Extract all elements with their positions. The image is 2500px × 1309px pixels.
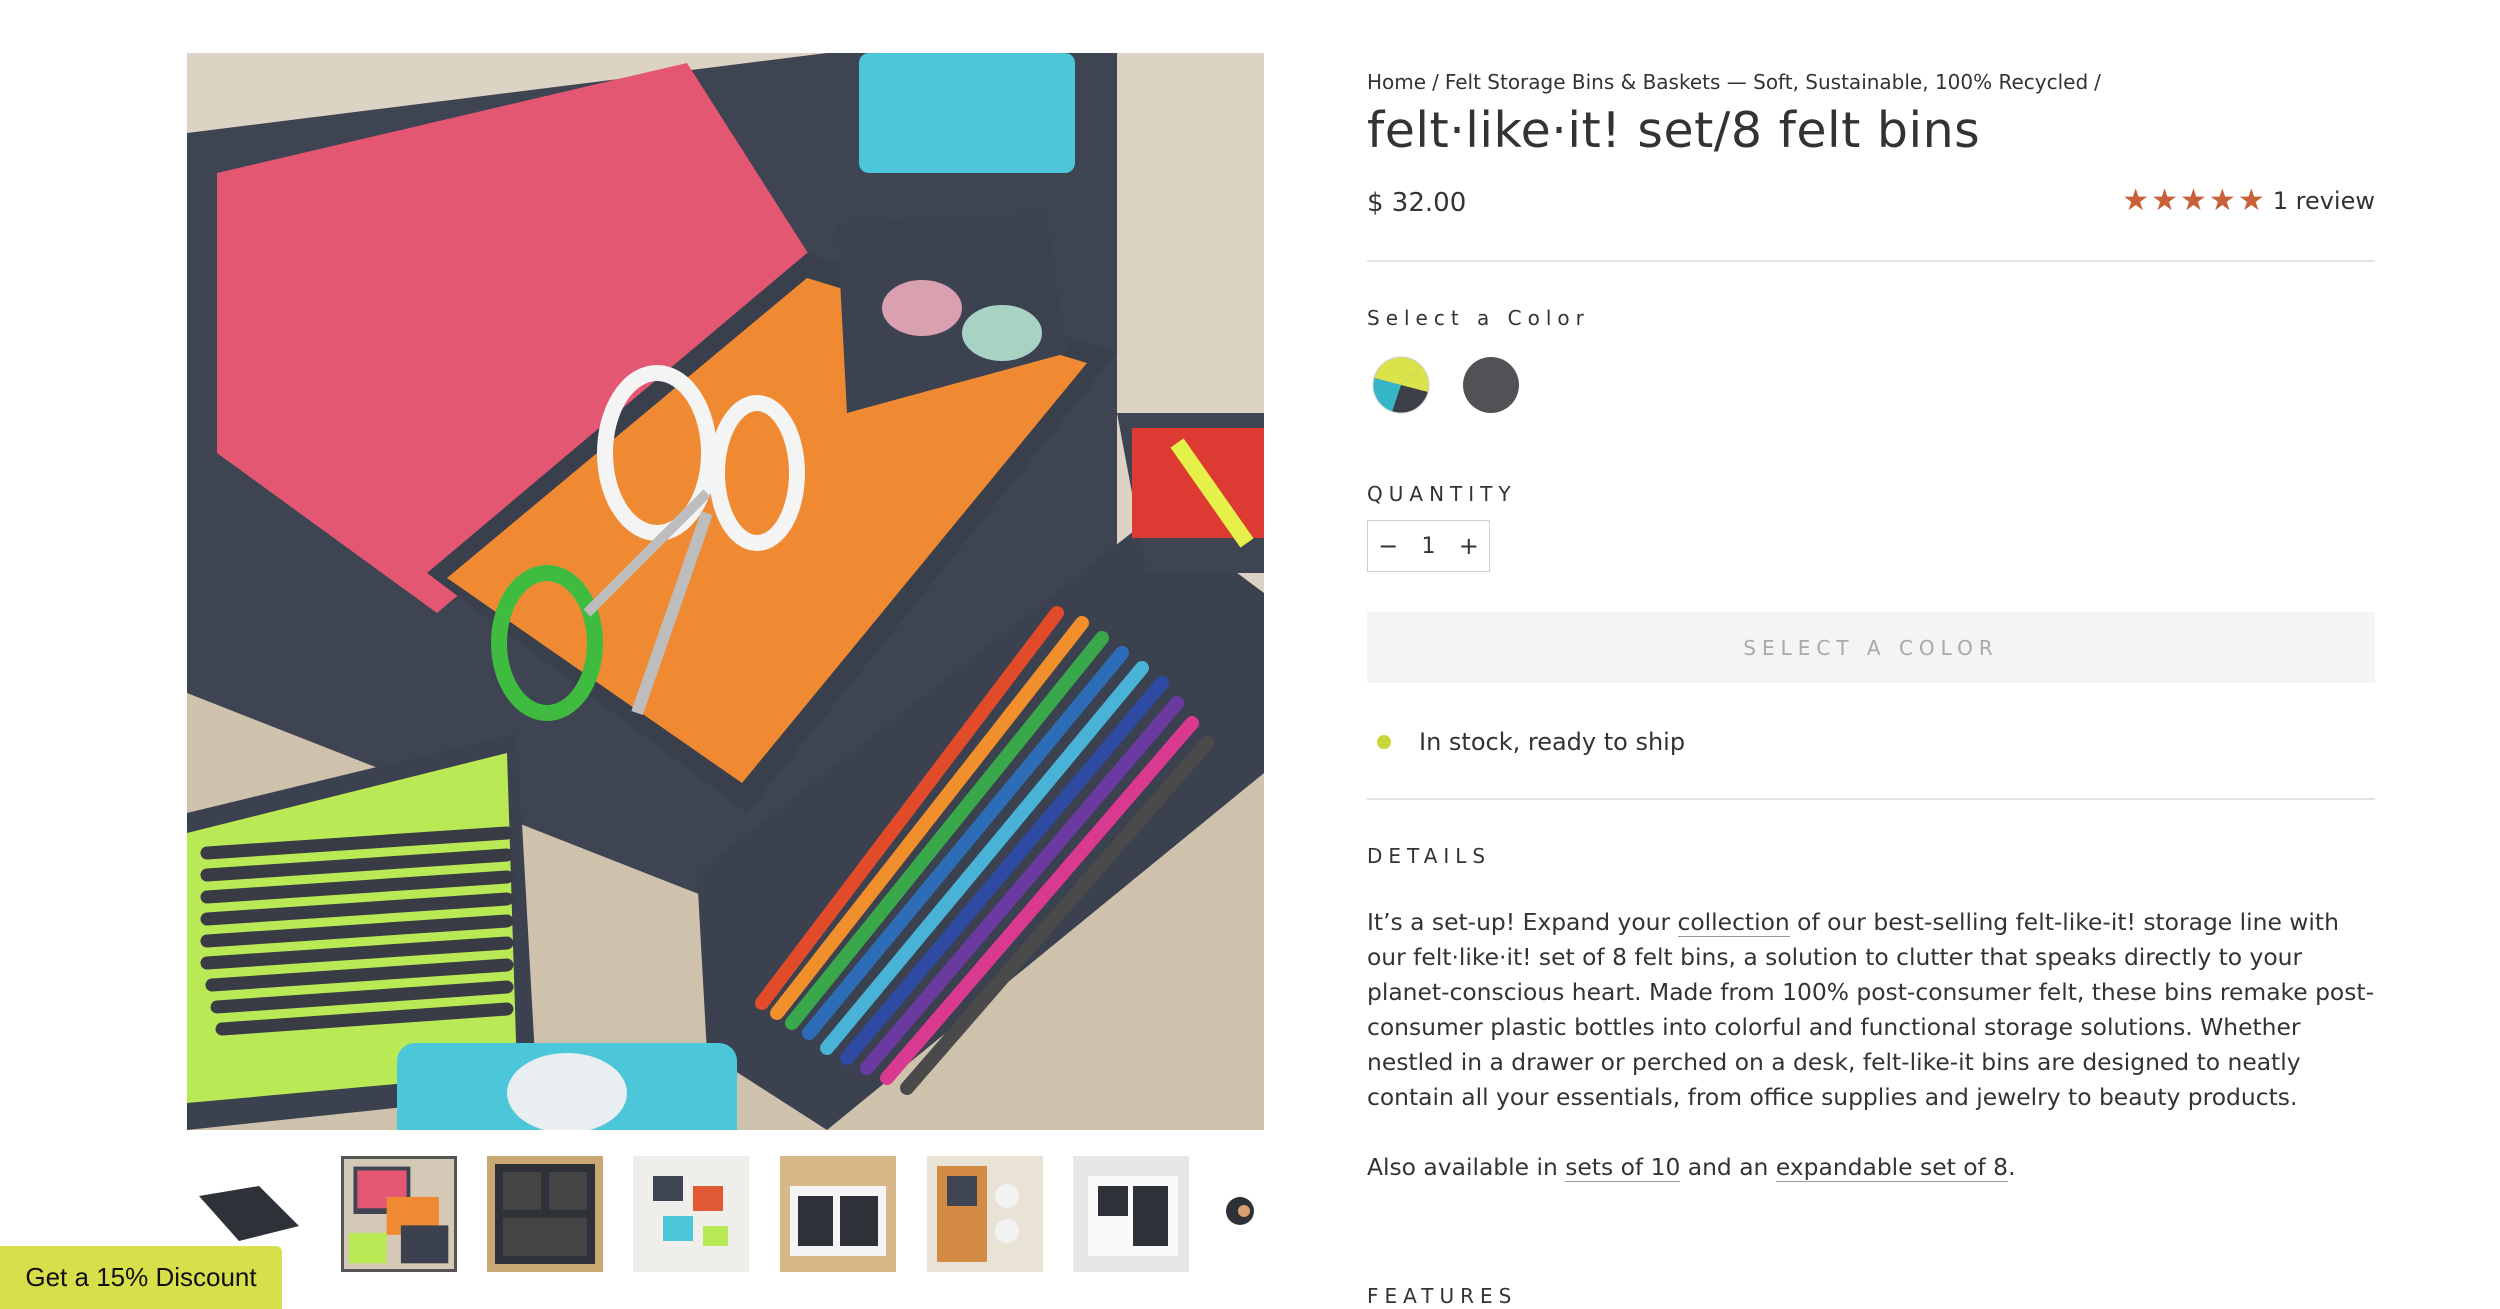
also-available-text: Also available in sets of 10 and an expa… [1367,1153,2016,1182]
review-count-link[interactable]: 1 review [2273,187,2375,215]
add-to-cart-button[interactable]: SELECT A COLOR [1367,612,2375,683]
quantity-input[interactable]: 1 [1408,534,1448,559]
expandable-set-link[interactable]: expandable set of 8 [1775,1153,2009,1182]
star-icon: ★ [2180,183,2207,218]
thumbnail-strip [187,1152,1264,1274]
color-label: Select a Color [1367,306,1590,330]
star-icon: ★ [2208,183,2236,218]
star-icon: ★ [2122,183,2150,218]
color-swatch-charcoal[interactable] [1462,356,1520,414]
details-description: It’s a set-up! Expand your collection of… [1367,908,2375,1111]
features-heading[interactable]: FEATURES [1367,1284,1517,1308]
breadcrumb-separator: / [1432,70,1439,94]
collection-link[interactable]: collection [1677,908,1790,937]
quantity-label: QUANTITY [1367,482,1517,506]
thumb-8[interactable] [1220,1156,1264,1272]
thumb-5[interactable] [780,1156,896,1272]
star-icon: ★ [2151,183,2178,218]
color-swatch-multicolor[interactable] [1372,356,1430,414]
breadcrumb-home-link[interactable]: Home [1367,70,1426,94]
sets-of-10-link[interactable]: sets of 10 [1565,1153,1681,1182]
thumb-6[interactable] [927,1156,1043,1272]
divider [1367,798,2375,800]
product-title: felt·like·it! set/8 felt bins [1367,102,1981,159]
divider [1367,260,2375,262]
breadcrumb-category-link[interactable]: Felt Storage Bins & Baskets — Soft, Sust… [1445,70,2088,94]
breadcrumb-separator: / [2094,70,2101,94]
thumb-2[interactable] [341,1156,457,1272]
discount-tab-button[interactable]: Get a 15% Discount [0,1246,282,1309]
quantity-increase-button[interactable]: + [1449,532,1489,560]
rating[interactable]: ★ ★ ★ ★ ★ 1 review [2122,186,2375,216]
product-main-image[interactable] [187,53,1264,1130]
details-heading[interactable]: DETAILS [1367,844,1491,868]
quantity-decrease-button[interactable]: − [1368,532,1408,560]
thumb-4[interactable] [633,1156,749,1272]
thumb-3[interactable] [487,1156,603,1272]
in-stock-dot-icon [1377,735,1391,749]
thumb-7[interactable] [1073,1156,1189,1272]
stock-status-text: In stock, ready to ship [1419,728,1686,756]
product-photo-illustration [187,53,1264,1130]
product-price: $ 32.00 [1367,188,1467,218]
star-icon: ★ [2237,183,2265,218]
breadcrumb: Home / Felt Storage Bins & Baskets — Soft,… [1367,70,2107,94]
stock-status: In stock, ready to ship [1377,728,1685,756]
quantity-stepper: − 1 + [1367,520,1490,572]
